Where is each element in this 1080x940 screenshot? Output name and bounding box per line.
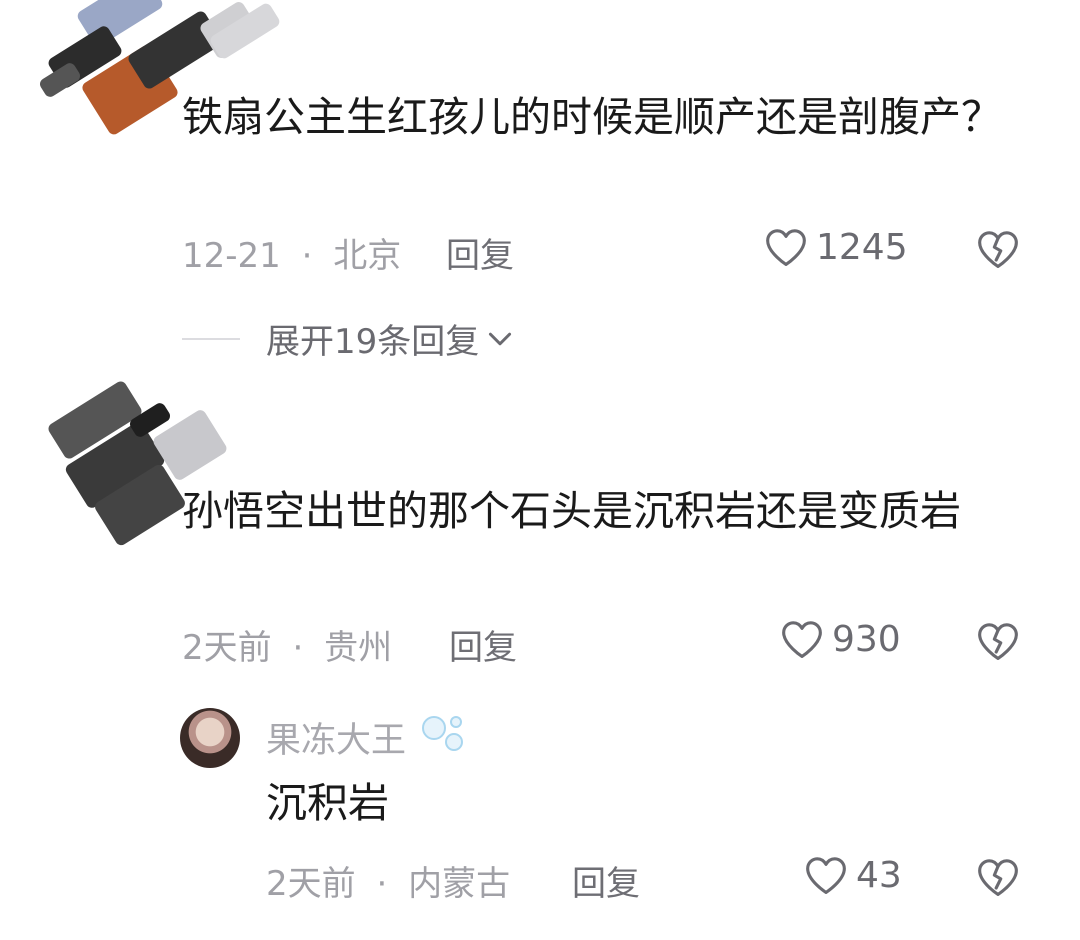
broken-heart-icon[interactable]: [976, 620, 1020, 662]
reply-username[interactable]: 果冻大王: [266, 712, 406, 763]
like-count: 930: [832, 618, 901, 660]
username-redacted: [200, 1, 320, 61]
heart-outline-icon: [766, 229, 806, 266]
bubbles-icon: [422, 716, 463, 751]
expand-replies-button[interactable]: 展开19条回复: [182, 314, 515, 363]
expand-replies-label: 展开19条回复: [266, 322, 480, 362]
reply-location: 内蒙古: [408, 864, 511, 904]
broken-heart-icon[interactable]: [976, 856, 1020, 898]
like-button[interactable]: 930: [780, 618, 901, 660]
reply-button[interactable]: 回复: [446, 228, 514, 277]
comment-meta: 12-21 · 北京: [182, 228, 401, 277]
like-count: 1245: [816, 226, 908, 268]
broken-heart-icon[interactable]: [976, 228, 1020, 270]
avatar[interactable]: [180, 708, 240, 768]
username-label: 果冻大王: [266, 721, 407, 761]
reply-text: 沉积岩: [266, 779, 389, 827]
comment-text: 铁扇公主生红孩儿的时候是顺产还是剖腹产？: [182, 93, 1002, 141]
heart-outline-icon: [782, 621, 822, 658]
reply-date: 2天前: [266, 864, 356, 904]
like-count: 43: [856, 854, 902, 896]
meta-separator: ·: [292, 628, 304, 668]
chevron-down-icon: [489, 332, 512, 345]
expand-divider: [182, 337, 240, 340]
like-button[interactable]: 43: [804, 854, 902, 896]
comment-text: 孙悟空出世的那个石头是沉积岩还是变质岩: [182, 487, 961, 535]
comment-location: 贵州: [324, 628, 393, 668]
heart-outline-icon: [806, 857, 846, 894]
meta-separator: ·: [376, 864, 388, 904]
comment-location: 北京: [333, 236, 402, 276]
comment-meta: 2天前 · 贵州: [182, 620, 392, 669]
comment-date: 12-21: [182, 236, 281, 276]
comment-date: 2天前: [182, 628, 272, 668]
reply-meta: 2天前 · 内蒙古: [266, 856, 510, 905]
like-button[interactable]: 1245: [764, 226, 908, 268]
reply-button[interactable]: 回复: [449, 620, 517, 669]
meta-separator: ·: [301, 236, 313, 276]
reply-button[interactable]: 回复: [572, 856, 640, 905]
